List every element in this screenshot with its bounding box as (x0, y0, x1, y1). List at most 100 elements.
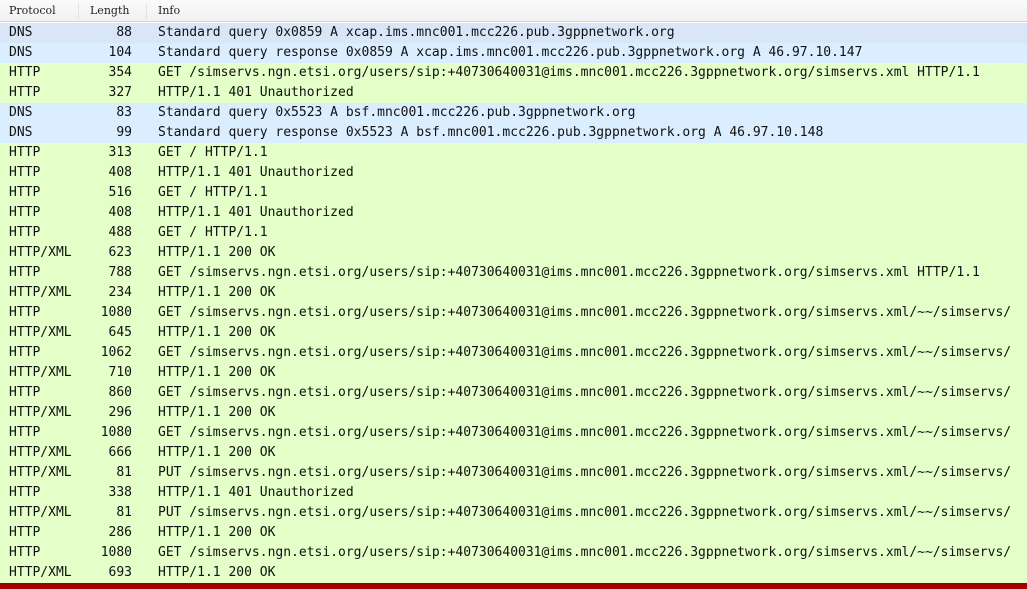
packet-protocol: HTTP (9, 165, 41, 180)
packet-row[interactable]: HTTP 1062 GET /simservs.ngn.etsi.org/users… (0, 343, 1027, 363)
packet-row[interactable]: HTTP/XML 296 HTTP/1.1 200 OK (0, 403, 1027, 423)
column-divider[interactable] (78, 3, 79, 19)
packet-info: HTTP/1.1 200 OK (158, 285, 276, 300)
packet-length: 1080 (100, 305, 132, 320)
packet-row[interactable]: HTTP/XML 623 HTTP/1.1 200 OK (0, 243, 1027, 263)
packet-info: HTTP/1.1 401 Unauthorized (158, 85, 354, 100)
packet-protocol: DNS (9, 25, 33, 40)
packet-info: GET / HTTP/1.1 (158, 185, 268, 200)
packet-protocol: HTTP (9, 385, 41, 400)
packet-row[interactable]: HTTP/XML 234 HTTP/1.1 200 OK (0, 283, 1027, 303)
packet-row[interactable]: HTTP 408 HTTP/1.1 401 Unauthorized (0, 163, 1027, 183)
packet-list-header: Protocol Length Info (0, 0, 1027, 22)
packet-info: GET /simservs.ngn.etsi.org/users/sip:+40… (158, 265, 980, 280)
packet-row[interactable]: DNS 104 Standard query response 0x0859 A x… (0, 43, 1027, 63)
packet-length: 327 (108, 85, 132, 100)
packet-length: 408 (108, 165, 132, 180)
partial-row[interactable] (0, 583, 1027, 589)
packet-info: Standard query response 0x0859 A xcap.im… (158, 45, 863, 60)
packet-row[interactable]: HTTP 1080 GET /simservs.ngn.etsi.org/users… (0, 303, 1027, 323)
packet-row[interactable]: DNS 99 Standard query response 0x5523 A bs… (0, 123, 1027, 143)
packet-protocol: HTTP/XML (9, 325, 72, 340)
packet-info: Standard query 0x5523 A bsf.mnc001.mcc22… (158, 105, 636, 120)
packet-length: 788 (108, 265, 132, 280)
packet-info: Standard query 0x0859 A xcap.ims.mnc001.… (158, 25, 675, 40)
packet-length: 88 (116, 25, 132, 40)
packet-info: HTTP/1.1 401 Unauthorized (158, 485, 354, 500)
packet-protocol: HTTP (9, 525, 41, 540)
packet-length: 1062 (100, 345, 132, 360)
packet-length: 488 (108, 225, 132, 240)
packet-protocol: DNS (9, 45, 33, 60)
packet-row[interactable]: HTTP/XML 666 HTTP/1.1 200 OK (0, 443, 1027, 463)
packet-protocol: HTTP (9, 485, 41, 500)
packet-row[interactable]: HTTP/XML 81 PUT /simservs.ngn.etsi.org/use… (0, 463, 1027, 483)
packet-row[interactable]: HTTP/XML 645 HTTP/1.1 200 OK (0, 323, 1027, 343)
packet-info: Standard query response 0x5523 A bsf.mnc… (158, 125, 824, 140)
packet-info: HTTP/1.1 200 OK (158, 445, 276, 460)
packet-length: 104 (108, 45, 132, 60)
packet-list-pane: Protocol Length Info DNS 88 Standard query… (0, 0, 1027, 589)
packet-protocol: HTTP (9, 225, 41, 240)
packet-length: 81 (116, 505, 132, 520)
packet-length: 516 (108, 185, 132, 200)
packet-protocol: HTTP (9, 305, 41, 320)
packet-row[interactable]: DNS 88 Standard query 0x0859 A xcap.ims.mn… (0, 23, 1027, 43)
packet-info: PUT /simservs.ngn.etsi.org/users/sip:+40… (158, 505, 1012, 520)
packet-row[interactable]: HTTP 1080 GET /simservs.ngn.etsi.org/users… (0, 543, 1027, 563)
packet-row[interactable]: HTTP 354 GET /simservs.ngn.etsi.org/users/… (0, 63, 1027, 83)
packet-info: HTTP/1.1 401 Unauthorized (158, 205, 354, 220)
packet-info: GET /simservs.ngn.etsi.org/users/sip:+40… (158, 305, 1012, 320)
packet-row[interactable]: HTTP 408 HTTP/1.1 401 Unauthorized (0, 203, 1027, 223)
packet-length: 693 (108, 565, 132, 580)
column-header-length[interactable]: Length (90, 4, 129, 18)
column-header-info[interactable]: Info (158, 4, 180, 18)
packet-length: 710 (108, 365, 132, 380)
packet-protocol: HTTP/XML (9, 405, 72, 420)
packet-info: GET /simservs.ngn.etsi.org/users/sip:+40… (158, 425, 1012, 440)
packet-info: HTTP/1.1 200 OK (158, 325, 276, 340)
packet-length: 338 (108, 485, 132, 500)
packet-protocol: HTTP (9, 65, 41, 80)
packet-protocol: HTTP/XML (9, 245, 72, 260)
packet-length: 99 (116, 125, 132, 140)
packet-protocol: HTTP/XML (9, 565, 72, 580)
packet-length: 860 (108, 385, 132, 400)
packet-row[interactable]: HTTP/XML 710 HTTP/1.1 200 OK (0, 363, 1027, 383)
packet-info: HTTP/1.1 401 Unauthorized (158, 165, 354, 180)
packet-protocol: HTTP/XML (9, 365, 72, 380)
packet-info: GET /simservs.ngn.etsi.org/users/sip:+40… (158, 345, 1012, 360)
packet-row[interactable]: HTTP/XML 81 PUT /simservs.ngn.etsi.org/use… (0, 503, 1027, 523)
column-divider[interactable] (146, 3, 147, 19)
packet-protocol: DNS (9, 105, 33, 120)
column-header-protocol[interactable]: Protocol (9, 4, 56, 18)
packet-protocol: HTTP (9, 425, 41, 440)
packet-info: HTTP/1.1 200 OK (158, 365, 276, 380)
packet-length: 623 (108, 245, 132, 260)
packet-length: 1080 (100, 545, 132, 560)
packet-row[interactable]: HTTP 286 HTTP/1.1 200 OK (0, 523, 1027, 543)
packet-row[interactable]: HTTP 338 HTTP/1.1 401 Unauthorized (0, 483, 1027, 503)
packet-row[interactable]: HTTP 860 GET /simservs.ngn.etsi.org/users/… (0, 383, 1027, 403)
packet-row[interactable]: HTTP 488 GET / HTTP/1.1 (0, 223, 1027, 243)
packet-length: 313 (108, 145, 132, 160)
packet-length: 81 (116, 465, 132, 480)
packet-protocol: DNS (9, 125, 33, 140)
packet-info: HTTP/1.1 200 OK (158, 525, 276, 540)
packet-info: GET / HTTP/1.1 (158, 225, 268, 240)
packet-protocol: HTTP (9, 145, 41, 160)
packet-info: GET /simservs.ngn.etsi.org/users/sip:+40… (158, 545, 1012, 560)
packet-info: GET / HTTP/1.1 (158, 145, 268, 160)
packet-length: 286 (108, 525, 132, 540)
packet-length: 408 (108, 205, 132, 220)
packet-row[interactable]: DNS 83 Standard query 0x5523 A bsf.mnc001.… (0, 103, 1027, 123)
packet-row[interactable]: HTTP 1080 GET /simservs.ngn.etsi.org/users… (0, 423, 1027, 443)
packet-row[interactable]: HTTP 788 GET /simservs.ngn.etsi.org/users/… (0, 263, 1027, 283)
packet-row[interactable]: HTTP 313 GET / HTTP/1.1 (0, 143, 1027, 163)
packet-protocol: HTTP (9, 85, 41, 100)
packet-length: 234 (108, 285, 132, 300)
packet-row[interactable]: HTTP/XML 693 HTTP/1.1 200 OK (0, 563, 1027, 583)
packet-row[interactable]: HTTP 516 GET / HTTP/1.1 (0, 183, 1027, 203)
packet-row[interactable]: HTTP 327 HTTP/1.1 401 Unauthorized (0, 83, 1027, 103)
packet-protocol: HTTP (9, 545, 41, 560)
